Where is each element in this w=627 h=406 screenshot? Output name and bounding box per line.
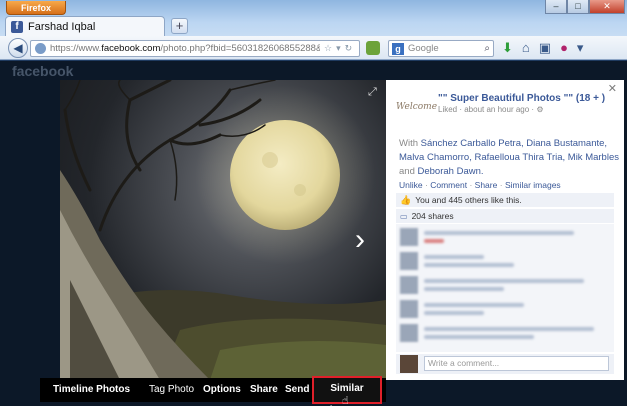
url-bar[interactable]: https://www.facebook.com/photo.php?fbid=… xyxy=(30,40,360,57)
toolbar-icons: ⬇ ⌂ ▣ ● ▾ xyxy=(502,41,583,55)
with-prefix: With xyxy=(399,138,418,149)
minimize-button[interactable]: – xyxy=(545,0,567,14)
dropdown-arrow-icon[interactable]: ▾ xyxy=(336,43,341,54)
avatar xyxy=(400,228,418,246)
url-bar-icons: ☆ ▾ ↻ xyxy=(324,43,352,54)
page-title-link[interactable]: "" Super Beautiful Photos "" (18 + ) xyxy=(438,93,605,104)
comment-item xyxy=(400,276,610,296)
post-meta: Liked · about an hour ago · ⚙ xyxy=(438,105,543,114)
addon-icon[interactable]: ● xyxy=(560,41,568,55)
new-tab-button[interactable]: + xyxy=(171,18,188,34)
facebook-favicon-icon: f xyxy=(11,20,23,33)
photo-image[interactable] xyxy=(60,80,386,380)
album-link[interactable]: Timeline Photos xyxy=(53,384,130,395)
close-icon[interactable]: ✕ xyxy=(608,82,617,95)
comments-list xyxy=(396,224,614,352)
post-actions: Unlike · Comment · Share · Similar image… xyxy=(399,180,561,190)
facebook-logo: facebook xyxy=(12,63,74,79)
maximize-button[interactable]: □ xyxy=(567,0,589,14)
share-link[interactable]: Share xyxy=(475,180,498,190)
photo-left-margin xyxy=(0,80,60,380)
window-controls: – □ ✕ xyxy=(545,0,625,14)
avatar xyxy=(400,355,418,373)
browser-chrome: Firefox – □ ✕ f Farshad Iqbal + ◀ https:… xyxy=(0,0,627,60)
url-text: https://www.facebook.com/photo.php?fbid=… xyxy=(50,43,320,54)
comment-link[interactable]: Comment xyxy=(430,180,467,190)
comment-input[interactable]: Write a comment... xyxy=(424,356,609,371)
extension-icon[interactable] xyxy=(366,41,380,55)
comment-item xyxy=(400,300,610,320)
back-button[interactable]: ◀ xyxy=(8,38,28,58)
home-icon[interactable]: ⌂ xyxy=(522,41,530,55)
next-photo-arrow-icon[interactable]: › xyxy=(355,225,365,255)
search-bar[interactable]: g Google ⌕ xyxy=(388,40,494,57)
page-avatar[interactable]: Welcome xyxy=(396,94,437,120)
gear-icon[interactable]: ⚙ xyxy=(536,105,543,114)
shares-row[interactable]: ▭ 204 shares xyxy=(396,209,614,223)
firefox-menu-button[interactable]: Firefox xyxy=(6,1,66,15)
unlike-link[interactable]: Unlike xyxy=(399,180,423,190)
navigation-bar: ◀ https://www.facebook.com/photo.php?fbi… xyxy=(0,36,627,60)
avatar xyxy=(400,300,418,318)
likes-text: You and 445 others like this. xyxy=(415,195,522,205)
mouse-cursor-icon: ☝ xyxy=(342,395,349,406)
share-button[interactable]: Share xyxy=(250,384,278,395)
reload-icon[interactable]: ↻ xyxy=(345,43,353,54)
tagged-last-person-link[interactable]: Deborah Dawn. xyxy=(418,166,484,177)
likes-row[interactable]: 👍 You and 445 others like this. xyxy=(396,193,614,207)
comment-item xyxy=(400,228,610,248)
tagged-people-links[interactable]: Sánchez Carballo Petra, Diana Bustamante… xyxy=(399,138,619,163)
avatar xyxy=(400,252,418,270)
moon-landscape-image xyxy=(60,80,386,380)
tab-title: Farshad Iqbal xyxy=(28,20,96,33)
menu-icon[interactable]: ▾ xyxy=(577,41,584,55)
share-icon: ▭ xyxy=(400,211,408,221)
back-arrow-icon: ◀ xyxy=(13,41,23,55)
bookmark-star-icon[interactable]: ☆ xyxy=(324,43,332,54)
avatar xyxy=(400,324,418,342)
send-button[interactable]: Send xyxy=(285,384,309,395)
tagged-people: With Sánchez Carballo Petra, Diana Busta… xyxy=(399,137,619,179)
options-button[interactable]: Options xyxy=(203,384,241,395)
tag-photo-button[interactable]: Tag Photo xyxy=(149,384,194,395)
similar-images-link[interactable]: Similar images xyxy=(505,180,561,190)
download-icon[interactable]: ⬇ xyxy=(502,41,513,55)
close-window-button[interactable]: ✕ xyxy=(589,0,625,14)
avatar xyxy=(400,276,418,294)
photo-details-panel: ✕ Welcome "" Super Beautiful Photos "" (… xyxy=(386,80,624,380)
thumbs-up-icon: 👍 xyxy=(400,194,412,205)
write-comment-row: Write a comment... xyxy=(396,354,614,374)
comment-item xyxy=(400,252,610,272)
search-icon[interactable]: ⌕ xyxy=(484,43,490,54)
comment-item xyxy=(400,324,610,344)
bookmarks-icon[interactable]: ▣ xyxy=(539,41,551,55)
expand-icon[interactable]: ⤢ xyxy=(368,86,377,99)
shares-text: 204 shares xyxy=(411,211,454,221)
google-icon[interactable]: g xyxy=(392,42,404,55)
search-input[interactable]: Google xyxy=(408,43,484,54)
browser-tab[interactable]: f Farshad Iqbal xyxy=(5,16,165,36)
with-and: and xyxy=(399,166,415,177)
site-identity-icon[interactable] xyxy=(35,43,46,54)
post-meta-text: Liked · about an hour ago · xyxy=(438,105,535,114)
